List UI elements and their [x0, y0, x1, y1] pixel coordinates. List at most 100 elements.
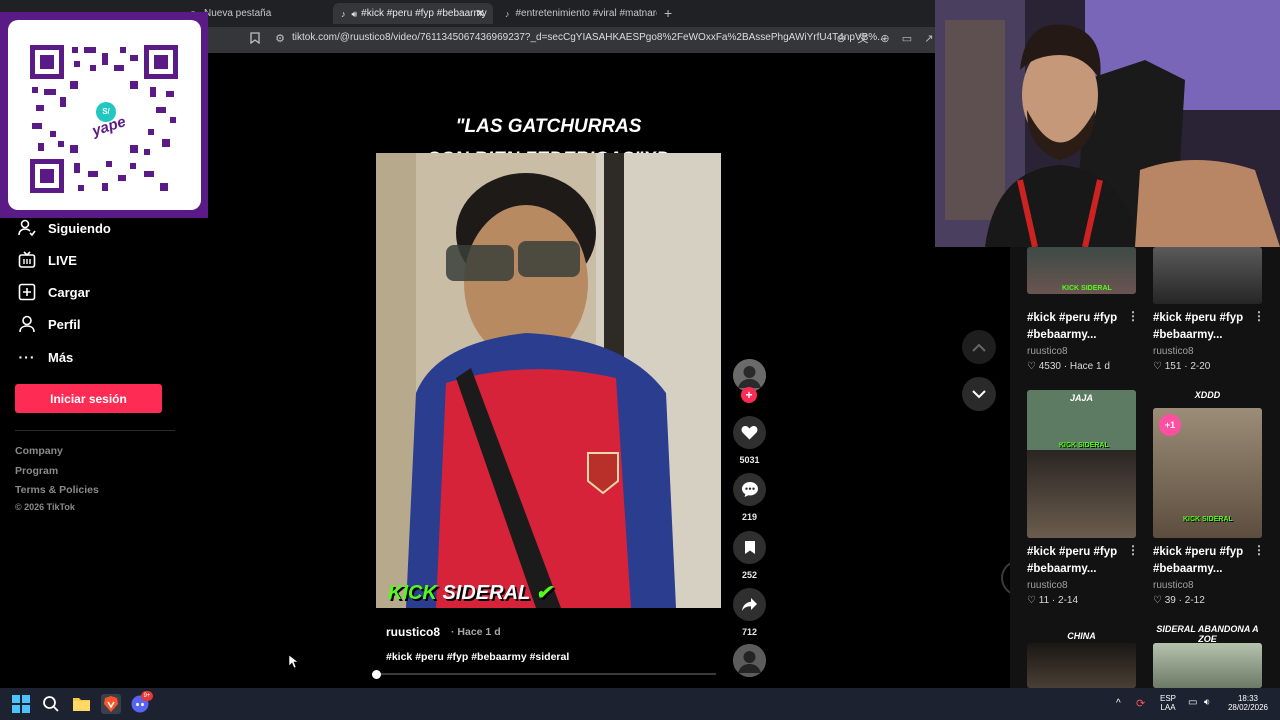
webcam-frame	[935, 0, 1280, 247]
sidebar-item-mas[interactable]: ··· Más	[17, 347, 74, 367]
sidebar-item-label: Cargar	[48, 284, 90, 300]
heart-outline-icon: ♡	[1153, 361, 1162, 372]
heart-outline-icon: ♡	[1027, 595, 1036, 606]
chevron-down-icon	[972, 389, 986, 398]
clock[interactable]: 18:33 28/02/2026	[1226, 694, 1270, 712]
related-title[interactable]: #kick #peru #fyp #bebaarmy...	[1153, 310, 1258, 344]
sidebar-item-live[interactable]: LIVE	[17, 250, 77, 270]
next-video-button[interactable]	[962, 377, 996, 411]
thumb-watermark: KICK SIDERAL	[1059, 442, 1109, 449]
search-icon[interactable]	[42, 695, 60, 718]
share-page-icon[interactable]: ↗	[922, 32, 936, 46]
sidebar-item-label: LIVE	[48, 252, 77, 268]
related-likes: 39	[1164, 595, 1176, 606]
more-options-icon[interactable]: ⋮	[1253, 309, 1265, 323]
tab-tiktok-video[interactable]: ♪ 🔊︎ #kick #peru #fyp #bebaarmy ✕	[333, 3, 493, 24]
tab-label: #kick #peru #fyp #bebaarmy	[361, 8, 487, 19]
related-title[interactable]: #kick #peru #fyp #bebaarmy...	[1027, 310, 1132, 344]
language-indicator[interactable]: ESP LAA	[1160, 694, 1176, 712]
sidebar-item-perfil[interactable]: Perfil	[17, 314, 81, 334]
related-thumbnail[interactable]	[1153, 643, 1262, 688]
related-stats: ♡ 151 · 2-20	[1153, 361, 1210, 372]
zoom-icon[interactable]: ⊕	[878, 32, 892, 46]
profile-icon	[17, 314, 37, 334]
more-options-icon[interactable]: ⋮	[1127, 543, 1139, 557]
watermark-sideral: SIDERAL	[442, 582, 530, 604]
volume-icon[interactable]: 🔉︎	[1204, 697, 1210, 708]
sidebar-item-siguiendo[interactable]: Siguiendo	[17, 218, 111, 238]
related-thumbnail[interactable]	[1153, 247, 1262, 304]
bookmark-icon[interactable]	[248, 32, 262, 46]
donation-qr-overlay: S/ yape	[0, 12, 208, 218]
clock-time: 18:33	[1237, 694, 1259, 703]
windows-start-icon[interactable]	[12, 695, 30, 718]
clock-date: 28/02/2026	[1227, 703, 1269, 712]
like-button[interactable]	[733, 416, 766, 449]
monitor-icon[interactable]: ▭	[1188, 697, 1197, 708]
translate-icon[interactable]: 文	[856, 32, 870, 46]
new-tab-button[interactable]: +	[664, 5, 672, 21]
footer-program-link[interactable]: Program	[15, 465, 58, 477]
sidebar-item-cargar[interactable]: Cargar	[17, 282, 90, 302]
kick-sideral-watermark: KICK SIDERAL ✔	[388, 580, 552, 605]
more-icon: ···	[18, 349, 36, 365]
login-button[interactable]: Iniciar sesión	[15, 384, 162, 413]
comment-icon	[741, 482, 758, 497]
save-count: 252	[741, 570, 758, 580]
close-tab-icon[interactable]: ✕	[476, 7, 485, 20]
footer-company-link[interactable]: Company	[15, 445, 63, 457]
cast-icon[interactable]: ▭	[900, 32, 914, 46]
share-button[interactable]	[733, 588, 766, 621]
related-likes: 151	[1164, 361, 1182, 372]
video-player[interactable]	[376, 153, 721, 608]
related-date: 2-14	[1058, 595, 1079, 606]
footer-terms-link[interactable]: Terms & Policies	[15, 484, 99, 496]
tab-entretenimiento[interactable]: ♪ #entretenimiento #viral #matnarok |	[497, 3, 657, 24]
chevron-up-icon	[972, 343, 986, 352]
file-explorer-icon[interactable]	[72, 695, 91, 717]
comment-button[interactable]	[733, 473, 766, 506]
video-progress-bar[interactable]	[376, 673, 716, 675]
mouse-cursor-icon	[288, 654, 299, 673]
related-author[interactable]: ruustico8	[1153, 580, 1194, 591]
video-description[interactable]: #kick #peru #fyp #bebaarmy #sideral	[386, 651, 569, 663]
related-title[interactable]: #kick #peru #fyp #bebaarmy...	[1027, 544, 1132, 578]
related-author[interactable]: ruustico8	[1027, 580, 1068, 591]
related-date: Hace 1 d	[1069, 361, 1110, 372]
sync-icon[interactable]: ⟳	[1136, 697, 1145, 710]
audio-icon[interactable]: 🔊︎	[352, 9, 358, 19]
heart-outline-icon: ♡	[1027, 361, 1036, 372]
related-likes: 11	[1038, 595, 1050, 606]
previous-video-button[interactable]	[962, 330, 996, 364]
url-field[interactable]: tiktok.com/@ruustico8/video/761134506743…	[292, 32, 886, 43]
streamer-webcam	[935, 0, 1280, 247]
verified-check-icon: ✔	[535, 582, 553, 604]
related-thumbnail[interactable]: +1 KICK SIDERAL	[1153, 408, 1262, 538]
related-likes: 4530	[1038, 361, 1061, 372]
related-thumbnail[interactable]: KICK SIDERAL	[1027, 247, 1136, 294]
related-author[interactable]: ruustico8	[1027, 346, 1068, 357]
related-stats: ♡ 11 · 2-14	[1027, 595, 1078, 606]
site-settings-icon[interactable]: ⚙	[273, 32, 287, 46]
brave-browser-icon[interactable]	[101, 694, 121, 714]
more-options-icon[interactable]: ⋮	[1127, 309, 1139, 323]
follow-plus-icon[interactable]: +	[741, 387, 757, 403]
sidebar-item-label: Perfil	[48, 316, 81, 332]
no-tracking-icon[interactable]: ⊘	[834, 32, 848, 46]
sound-avatar[interactable]	[733, 644, 766, 677]
tiktok-icon: ♪	[505, 8, 510, 19]
qr-card: S/ yape	[8, 20, 201, 210]
progress-handle[interactable]	[372, 670, 381, 679]
more-options-icon[interactable]: ⋮	[1253, 543, 1265, 557]
related-title[interactable]: #kick #peru #fyp #bebaarmy...	[1153, 544, 1258, 578]
language-code: ESP	[1160, 694, 1177, 703]
related-author[interactable]: ruustico8	[1153, 346, 1194, 357]
related-thumbnail[interactable]	[1027, 643, 1136, 688]
related-stats: ♡ 4530 · Hace 1 d	[1027, 361, 1110, 372]
chevron-up-icon[interactable]: ^	[1116, 698, 1121, 709]
related-stats: ♡ 39 · 2-12	[1153, 595, 1205, 606]
video-author[interactable]: ruustico8	[386, 625, 440, 639]
related-videos-panel: KICK SIDERAL #kick #peru #fyp #bebaarmy.…	[1010, 247, 1280, 688]
save-button[interactable]	[733, 531, 766, 564]
related-thumbnail[interactable]: JAJA KICK SIDERAL	[1027, 390, 1136, 538]
